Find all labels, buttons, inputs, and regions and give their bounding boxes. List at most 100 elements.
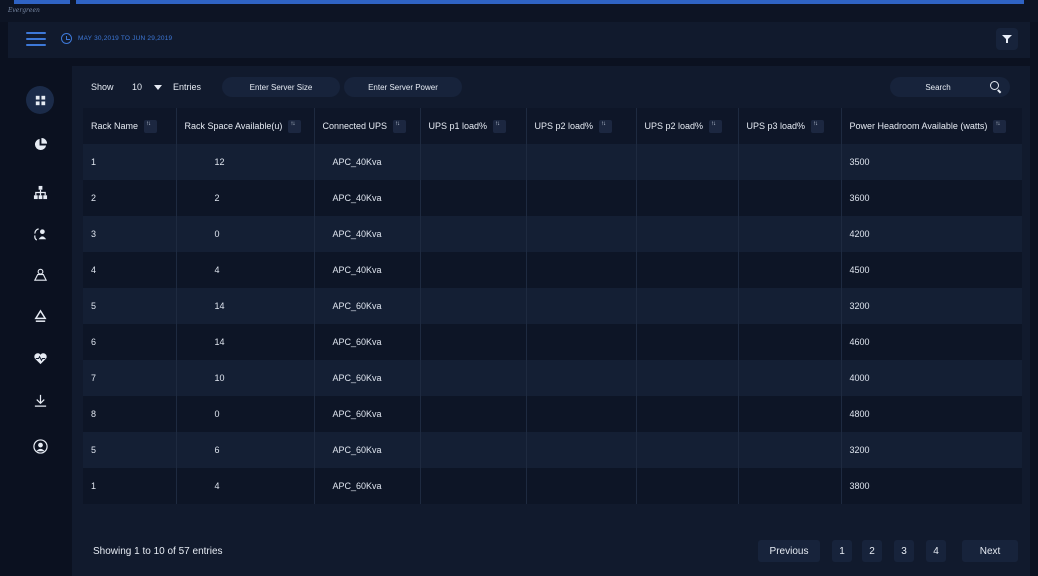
table-cell xyxy=(526,288,637,324)
table-cell xyxy=(526,468,637,504)
table-cell: 1 xyxy=(83,468,177,504)
column-header-label: UPS p3 load% xyxy=(746,120,806,131)
table-cell: APC_60Kva xyxy=(314,432,421,468)
sort-icon[interactable] xyxy=(493,119,507,133)
date-range-label[interactable]: MAY 30,2019 TO JUN 29,2019 xyxy=(78,35,172,42)
column-header-label: UPS p2 load% xyxy=(534,120,594,131)
table-cell: 14 xyxy=(176,288,315,324)
search-input[interactable] xyxy=(890,77,986,97)
filter-icon[interactable] xyxy=(996,28,1018,50)
table-cell: 4 xyxy=(176,468,315,504)
sort-icon[interactable] xyxy=(709,119,723,133)
column-header: UPS p2 load% xyxy=(636,108,739,144)
pie-chart-icon[interactable] xyxy=(26,130,54,158)
entries-per-page-select[interactable]: 10 xyxy=(124,77,170,97)
table-cell: 5 xyxy=(83,432,177,468)
dashboard-icon[interactable] xyxy=(26,86,54,114)
table-cell xyxy=(636,144,739,180)
table-row[interactable]: 1 12 APC_40Kva 3500 xyxy=(83,144,1022,180)
table-cell: APC_60Kva xyxy=(314,360,421,396)
sort-icon[interactable] xyxy=(393,119,407,133)
table-cell xyxy=(420,396,527,432)
table-cell: 10 xyxy=(176,360,315,396)
rack-table: Rack Name Rack Space Available(u) Connecte… xyxy=(83,108,1022,504)
table-row[interactable]: 4 4 APC_40Kva 4500 xyxy=(83,252,1022,288)
recycle-icon[interactable] xyxy=(26,302,54,330)
table-cell: 4200 xyxy=(849,229,870,239)
top-bar: Evergreen xyxy=(0,0,1038,22)
table-cell: 6 xyxy=(83,324,177,360)
table-row[interactable]: 2 2 APC_40Kva 3600 xyxy=(83,180,1022,216)
table-cell: APC_40Kva xyxy=(314,180,421,216)
table-cell xyxy=(526,360,637,396)
table-cell: APC_60Kva xyxy=(314,324,421,360)
table-cell: 3 xyxy=(83,216,177,252)
table-cell: 1 xyxy=(83,144,177,180)
server-size-input[interactable] xyxy=(222,77,340,97)
table-body: 1 12 APC_40Kva 3500 2 2 APC_40Kva 3600 3 0 APC_40K… xyxy=(83,144,1022,504)
chevron-down-icon xyxy=(154,85,162,90)
column-header: Rack Name xyxy=(83,108,177,144)
heart-rate-icon[interactable] xyxy=(26,344,54,372)
users-sync-icon[interactable] xyxy=(26,220,54,248)
table-row[interactable]: 1 4 APC_60Kva 3800 xyxy=(83,468,1022,504)
column-header: UPS p2 load% xyxy=(526,108,637,144)
table-cell: APC_60Kva xyxy=(314,468,421,504)
column-header-label: Power Headroom Available (watts) xyxy=(849,120,988,131)
table-cell: APC_40Kva xyxy=(314,252,421,288)
sidebar xyxy=(8,66,72,576)
table-cell: 6 xyxy=(176,432,315,468)
sort-icon[interactable] xyxy=(288,119,302,133)
table-cell xyxy=(526,324,637,360)
header-bar: MAY 30,2019 TO JUN 29,2019 xyxy=(8,22,1030,58)
table-cell xyxy=(738,288,842,324)
menu-icon[interactable] xyxy=(26,32,46,46)
main-panel: Show 10 Entries Rack NameRack Space Avai… xyxy=(72,66,1030,576)
table-cell: 7 xyxy=(83,360,177,396)
user-profile-icon[interactable] xyxy=(26,432,54,460)
page-button-3[interactable]: 3 xyxy=(894,540,914,562)
table-row[interactable]: 6 14 APC_60Kva 4600 xyxy=(83,324,1022,360)
page-button-1[interactable]: 1 xyxy=(832,540,852,562)
map-icon[interactable] xyxy=(26,260,54,288)
table-cell xyxy=(738,324,842,360)
column-header-label: UPS p2 load% xyxy=(644,120,704,131)
entries-per-page-value: 10 xyxy=(132,82,143,92)
table-cell: 4000 xyxy=(849,373,870,383)
table-cell xyxy=(738,468,842,504)
table-row[interactable]: 5 6 APC_60Kva 3200 xyxy=(83,432,1022,468)
table-cell xyxy=(738,180,842,216)
table-cell xyxy=(636,288,739,324)
sort-icon[interactable] xyxy=(599,119,613,133)
previous-button[interactable]: Previous xyxy=(758,540,820,562)
table-cell xyxy=(420,180,527,216)
brand-logo: Evergreen xyxy=(8,7,40,14)
table-cell: 8 xyxy=(83,396,177,432)
table-cell xyxy=(636,180,739,216)
table-cell xyxy=(636,432,739,468)
table-row[interactable]: 5 14 APC_60Kva 3200 xyxy=(83,288,1022,324)
search-icon[interactable] xyxy=(990,81,999,90)
table-cell: APC_60Kva xyxy=(314,396,421,432)
column-header: UPS p1 load% xyxy=(420,108,527,144)
table-row[interactable]: 8 0 APC_60Kva 4800 xyxy=(83,396,1022,432)
table-cell xyxy=(738,432,842,468)
page-button-2[interactable]: 2 xyxy=(862,540,882,562)
table-cell: 0 xyxy=(176,216,315,252)
table-cell xyxy=(636,216,739,252)
table-cell: APC_40Kva xyxy=(314,216,421,252)
table-cell: APC_40Kva xyxy=(314,144,421,180)
sort-icon[interactable] xyxy=(993,119,1007,133)
next-button[interactable]: Next xyxy=(962,540,1018,562)
sort-icon[interactable] xyxy=(811,119,825,133)
sort-icon[interactable] xyxy=(144,119,158,133)
table-row[interactable]: 3 0 APC_40Kva 4200 xyxy=(83,216,1022,252)
table-cell xyxy=(636,360,739,396)
table-row[interactable]: 7 10 APC_60Kva 4000 xyxy=(83,360,1022,396)
download-icon[interactable] xyxy=(26,386,54,414)
page-button-4[interactable]: 4 xyxy=(926,540,946,562)
server-power-input[interactable] xyxy=(344,77,462,97)
column-header: UPS p3 load% xyxy=(738,108,842,144)
hierarchy-icon[interactable] xyxy=(26,178,54,206)
table-cell: 3500 xyxy=(849,157,870,167)
